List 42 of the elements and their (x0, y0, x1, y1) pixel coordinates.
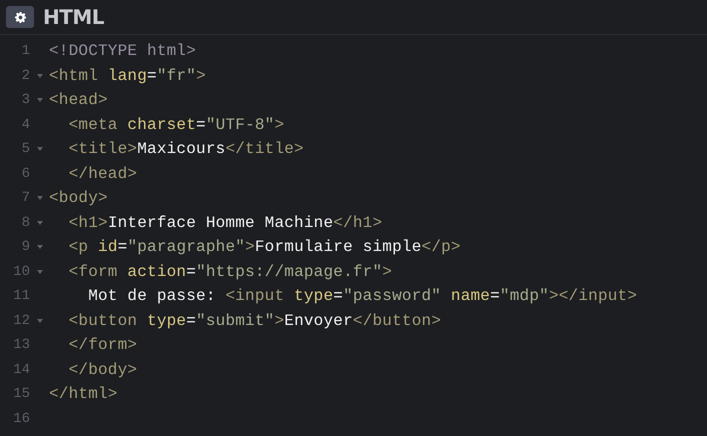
line-number: 7 (20, 190, 30, 206)
line-number: 12 (12, 312, 30, 329)
code-line: <button type="submit">Envoyer</button> (68, 312, 442, 330)
line-number: 1 (20, 43, 30, 60)
code-line: </form> (68, 336, 138, 354)
code-line: <h1>Interface Homme Machine</h1> (68, 214, 382, 232)
code-line: <body> (49, 189, 108, 208)
code-line: </head> (68, 164, 138, 183)
line-number: 4 (20, 116, 30, 133)
line-number: 8 (20, 214, 30, 231)
fold-arrow-icon[interactable] (36, 245, 42, 250)
line-number: 14 (12, 362, 30, 378)
fold-arrow-icon[interactable] (36, 196, 42, 200)
fold-arrow-icon[interactable] (36, 220, 42, 225)
settings-button[interactable] (6, 6, 34, 28)
code-line: <form action="https://mapage.fr"> (68, 262, 392, 281)
line-number: 5 (20, 141, 30, 158)
fold-arrow-icon[interactable] (36, 147, 42, 152)
code-line: <head> (49, 91, 108, 110)
line-number: 13 (12, 337, 30, 354)
line-number: 9 (20, 239, 30, 256)
code-line: </body> (68, 360, 138, 379)
code-line: <p id="paragraphe">Formulaire simple</p> (68, 238, 461, 256)
editor-title: HTML (43, 5, 104, 29)
code-line: Mot de passe: <input type="password" name="mdp"></input> (87, 287, 638, 306)
code-line: <title>Maxicours</title> (68, 140, 304, 158)
code-line: </html> (49, 385, 118, 404)
fold-arrow-icon[interactable] (36, 74, 42, 78)
line-number: 6 (20, 166, 30, 182)
code-line: <meta charset="UTF-8"> (68, 116, 284, 134)
fold-arrow-icon[interactable] (36, 318, 42, 323)
line-number: 15 (12, 386, 30, 402)
line-number: 16 (12, 410, 30, 427)
fold-arrow-icon[interactable] (36, 270, 42, 274)
code-line: <!DOCTYPE html> (49, 42, 196, 60)
line-number: 2 (20, 68, 30, 84)
line-number: 10 (12, 264, 30, 280)
code-line: <html lang="fr"> (49, 66, 206, 85)
fold-arrow-icon[interactable] (36, 98, 42, 102)
settings-icon (14, 12, 26, 22)
line-number: 3 (20, 92, 30, 108)
line-number: 11 (12, 288, 30, 304)
